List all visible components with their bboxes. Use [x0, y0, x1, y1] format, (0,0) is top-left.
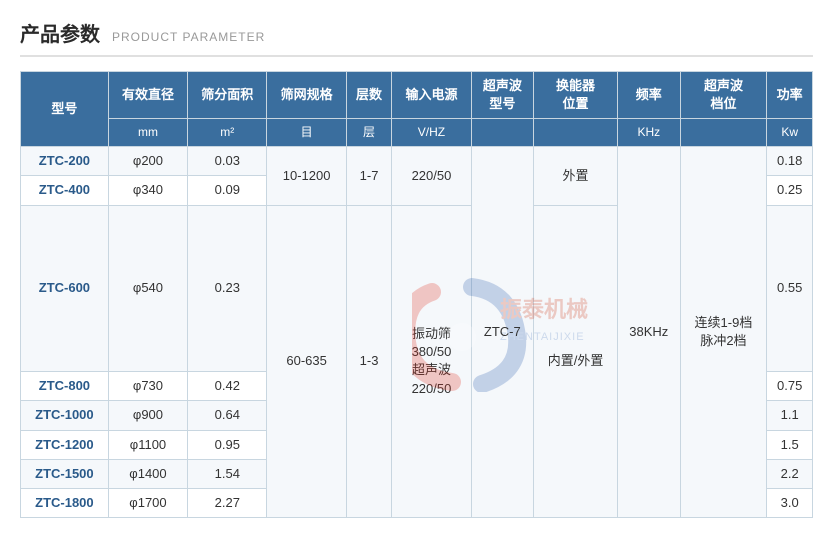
- col-power-unit: Kw: [767, 119, 813, 147]
- table-header-row2: mm m² 目 层 V/HZ KHz Kw: [21, 119, 813, 147]
- cell-area: 0.23: [188, 205, 267, 372]
- cell-model: ZTC-200: [21, 147, 109, 176]
- page-wrapper: 产品参数 PRODUCT PARAMETER 型号 有效直径 筛分面积 筛网规格…: [0, 0, 833, 538]
- col-ultrasound-gear: 超声波档位: [680, 72, 767, 119]
- cell-frequency-span: 38KHz: [618, 147, 680, 518]
- cell-transducer-span1: 外置: [534, 147, 618, 205]
- col-power-in: 输入电源: [392, 72, 471, 119]
- col-diameter: 有效直径: [108, 72, 187, 119]
- cell-ultrasound-model-span: 振泰机械 ZHENTAIJIXIE ZTC-7: [471, 147, 533, 518]
- cell-layers-span2: 1-3: [346, 205, 392, 518]
- cell-power: 0.25: [767, 176, 813, 205]
- col-power: 功率: [767, 72, 813, 119]
- col-ultrasound-gear-unit: [680, 119, 767, 147]
- cell-model: ZTC-1200: [21, 430, 109, 459]
- cell-layers-span1: 1-7: [346, 147, 392, 205]
- col-diameter-unit: mm: [108, 119, 187, 147]
- col-area-unit: m²: [188, 119, 267, 147]
- cell-model: ZTC-1500: [21, 459, 109, 488]
- cell-power: 0.55: [767, 205, 813, 372]
- section-title: 产品参数 PRODUCT PARAMETER: [20, 18, 813, 57]
- cell-power: 3.0: [767, 488, 813, 517]
- ultrasound-model-value: ZTC-7: [484, 323, 521, 341]
- cell-area: 2.27: [188, 488, 267, 517]
- col-model: 型号: [21, 72, 109, 147]
- cell-diameter: φ340: [108, 176, 187, 205]
- cell-model: ZTC-600: [21, 205, 109, 372]
- cell-diameter: φ1100: [108, 430, 187, 459]
- col-frequency: 频率: [618, 72, 680, 119]
- cell-area: 1.54: [188, 459, 267, 488]
- title-en: PRODUCT PARAMETER: [112, 30, 265, 44]
- cell-transducer-span2: 内置/外置: [534, 205, 618, 518]
- col-ultrasound-model-unit: [471, 119, 533, 147]
- cell-gear-span: 连续1-9档 脉冲2档: [680, 147, 767, 518]
- cell-diameter: φ1700: [108, 488, 187, 517]
- col-area: 筛分面积: [188, 72, 267, 119]
- table-row: ZTC-200 φ200 0.03 10-1200 1-7 220/50: [21, 147, 813, 176]
- table-header-row1: 型号 有效直径 筛分面积 筛网规格 层数 输入电源 超声波型号 换能器位置 频率…: [21, 72, 813, 119]
- param-table: 型号 有效直径 筛分面积 筛网规格 层数 输入电源 超声波型号 换能器位置 频率…: [20, 71, 813, 518]
- col-layers-unit: 层: [346, 119, 392, 147]
- col-frequency-unit: KHz: [618, 119, 680, 147]
- cell-model: ZTC-1000: [21, 401, 109, 430]
- cell-power: 2.2: [767, 459, 813, 488]
- col-layers: 层数: [346, 72, 392, 119]
- cell-diameter: φ730: [108, 372, 187, 401]
- cell-power-in-span2: 振动筛 380/50 超声波 220/50: [392, 205, 471, 518]
- title-cn: 产品参数: [20, 18, 100, 47]
- cell-mesh-span2: 60-635: [267, 205, 346, 518]
- col-mesh: 筛网规格: [267, 72, 346, 119]
- cell-area: 0.64: [188, 401, 267, 430]
- col-power-in-unit: V/HZ: [392, 119, 471, 147]
- cell-area: 0.09: [188, 176, 267, 205]
- cell-model: ZTC-400: [21, 176, 109, 205]
- cell-diameter: φ1400: [108, 459, 187, 488]
- cell-area: 0.42: [188, 372, 267, 401]
- cell-area: 0.95: [188, 430, 267, 459]
- col-ultrasound-model: 超声波型号: [471, 72, 533, 119]
- cell-power: 1.1: [767, 401, 813, 430]
- table-body: ZTC-200 φ200 0.03 10-1200 1-7 220/50: [21, 147, 813, 518]
- col-transducer-unit: [534, 119, 618, 147]
- col-mesh-unit: 目: [267, 119, 346, 147]
- cell-diameter: φ540: [108, 205, 187, 372]
- cell-model: ZTC-1800: [21, 488, 109, 517]
- cell-power-in-span1: 220/50: [392, 147, 471, 205]
- cell-diameter: φ900: [108, 401, 187, 430]
- col-transducer: 换能器位置: [534, 72, 618, 119]
- cell-power: 0.75: [767, 372, 813, 401]
- cell-power: 1.5: [767, 430, 813, 459]
- cell-power: 0.18: [767, 147, 813, 176]
- cell-mesh-span1: 10-1200: [267, 147, 346, 205]
- cell-area: 0.03: [188, 147, 267, 176]
- cell-diameter: φ200: [108, 147, 187, 176]
- cell-model: ZTC-800: [21, 372, 109, 401]
